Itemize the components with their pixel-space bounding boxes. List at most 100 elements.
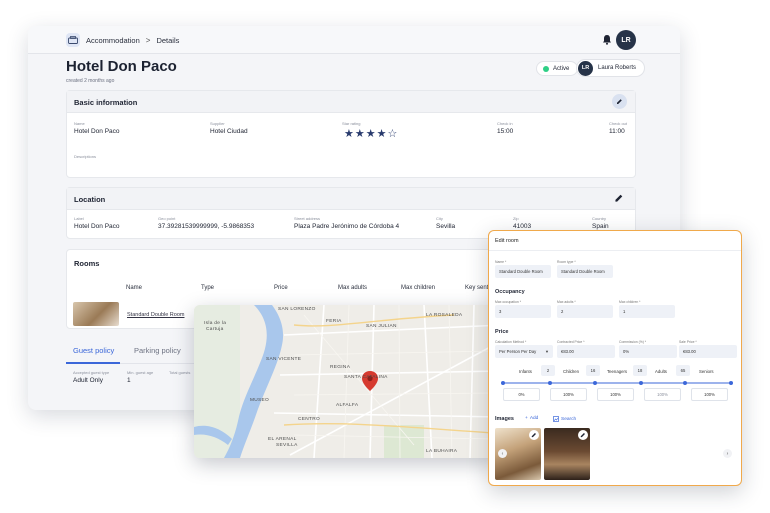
edit-image-button[interactable] (578, 430, 588, 440)
dialog-header: Edit room (489, 231, 741, 251)
card-header: Basic information (67, 91, 635, 113)
column-header-max-adults[interactable]: Max adults (338, 285, 367, 291)
active-tab-indicator (66, 362, 120, 364)
adults-limit-input[interactable]: 65 (676, 365, 690, 376)
teenagers-percentage-input[interactable]: 100% (597, 388, 634, 401)
map-label: SEVILLA (276, 443, 298, 448)
geo-point-value: 37.39281539999999, -5.9868353 (158, 223, 255, 230)
infants-limit-input[interactable]: 2 (541, 365, 555, 376)
zip-label: Zip (513, 216, 519, 221)
column-header-max-children[interactable]: Max children (401, 285, 435, 291)
chevron-right-icon[interactable]: › (723, 449, 732, 458)
status-label: Active (553, 65, 570, 72)
column-header-type[interactable]: Type (201, 285, 214, 291)
top-bar: Accommodation > Details LR (28, 26, 680, 54)
images-title: Images (495, 416, 514, 422)
map-label: LA ROSALEDA (426, 313, 463, 318)
edit-basic-info-button[interactable] (612, 94, 627, 109)
max-adults-input[interactable]: 2 (557, 305, 613, 318)
check-out-label: Check out (609, 121, 628, 126)
location-label-label: Label (74, 216, 84, 221)
city-value: Sevilla (436, 223, 456, 230)
room-link-standard-double[interactable]: Standard Double Room (127, 312, 184, 318)
children-percentage-input[interactable]: 100% (550, 388, 587, 401)
calculation-method-label: Calculation Method * (495, 340, 527, 344)
teenagers-limit-input[interactable]: 18 (633, 365, 647, 376)
image-search-icon (553, 416, 559, 422)
chevron-left-icon[interactable]: ‹ (498, 449, 507, 458)
breadcrumb-current: Details (156, 35, 180, 45)
column-header-price[interactable]: Price (274, 285, 288, 291)
edit-room-dialog: Edit room Name * Standard Double Room Ro… (488, 230, 742, 486)
adults-percentage-input[interactable]: 100% (644, 388, 681, 401)
edit-image-button[interactable] (529, 430, 539, 440)
map-label: EL ARENAL (268, 437, 297, 442)
city-label: City (436, 216, 443, 221)
pencil-icon (617, 99, 622, 104)
add-image-label: Add (529, 416, 539, 421)
status-badge[interactable]: Active (536, 61, 579, 76)
contracted-price-input[interactable]: €83.00 (557, 345, 615, 358)
commission-input[interactable]: 0% (619, 345, 677, 358)
chevron-down-icon: ▼ (545, 349, 549, 354)
calculation-method-select[interactable]: Per Person Per Day ▼ (495, 345, 553, 358)
basic-information-card: Basic information Name Hotel Don Paco Su… (66, 90, 636, 178)
breadcrumb: Accommodation > Details (66, 33, 179, 47)
geo-point-label: Geo point (158, 216, 176, 221)
map-label: CENTRO (298, 417, 321, 422)
occupancy-title: Occupancy (495, 289, 525, 295)
breadcrumb-separator: > (145, 35, 151, 45)
map-label: SAN VICENTE (266, 357, 302, 362)
room-name-label: Name * (495, 260, 507, 264)
infants-percentage-input[interactable]: 0% (503, 388, 540, 401)
avatar: LR (578, 60, 593, 76)
room-image-2[interactable] (544, 428, 590, 480)
page-title: Hotel Don Paco (66, 58, 177, 75)
tab-guest-policy[interactable]: Guest policy (73, 346, 114, 355)
assigned-user-chip[interactable]: LR Laura Roberts (576, 59, 646, 77)
bell-icon[interactable] (602, 34, 612, 45)
room-type-label: Room type * (557, 260, 576, 264)
user-avatar[interactable]: LR (616, 30, 636, 50)
pencil-icon[interactable] (614, 193, 624, 203)
map-label: FERIA (326, 319, 342, 324)
min-age-label: Min. guest age (127, 370, 154, 375)
check-in-value: 15:00 (497, 128, 514, 135)
name-label: Name (74, 121, 85, 126)
map-label: MUSEO (250, 398, 270, 403)
basic-information-title: Basic information (74, 98, 138, 107)
total-guests-label: Total guests (169, 370, 191, 375)
map-label: ALFALFA (336, 403, 359, 408)
age-range-slider[interactable] (501, 379, 733, 387)
map-view[interactable]: SAN LORENZO Isla de la Cartuja FERIA SAN… (194, 305, 502, 458)
room-type-input[interactable]: Standard Double Room (557, 265, 613, 278)
country-value: Spain (592, 223, 609, 230)
children-label: Children (563, 369, 580, 374)
map-label: Isla de la (204, 321, 227, 326)
max-occupation-input[interactable]: 3 (495, 305, 551, 318)
accommodation-icon[interactable] (66, 33, 80, 47)
max-children-input[interactable]: 1 (619, 305, 675, 318)
room-name-input[interactable]: Standard Double Room (495, 265, 551, 278)
infants-label: Infants (519, 369, 532, 374)
calculation-method-value: Per Person Per Day (499, 349, 537, 354)
min-age-value: 1 (127, 377, 131, 384)
sale-price-input[interactable]: €83.00 (679, 345, 737, 358)
seniors-percentage-input[interactable]: 100% (691, 388, 728, 401)
children-limit-input[interactable]: 16 (586, 365, 600, 376)
max-occupation-label: Max occupation * (495, 300, 522, 304)
max-adults-label: Max adults * (557, 300, 576, 304)
search-image-button[interactable]: Search (553, 416, 576, 422)
supplier-value: Hotel Ciudad (210, 128, 248, 135)
supplier-label: Supplier (210, 121, 225, 126)
tab-parking-policy[interactable]: Parking policy (134, 346, 181, 355)
street-value: Plaza Padre Jerónimo de Córdoba 4 (294, 223, 400, 230)
breadcrumb-root[interactable]: Accommodation (86, 36, 140, 45)
column-header-name[interactable]: Name (126, 285, 142, 291)
map-label: SAN LORENZO (278, 307, 316, 312)
max-children-label: Max children * (619, 300, 641, 304)
street-label: Street address (294, 216, 321, 221)
sale-price-label: Sale Price * (679, 340, 697, 344)
add-image-button[interactable]: + Add (525, 416, 538, 421)
pencil-icon (531, 433, 536, 438)
